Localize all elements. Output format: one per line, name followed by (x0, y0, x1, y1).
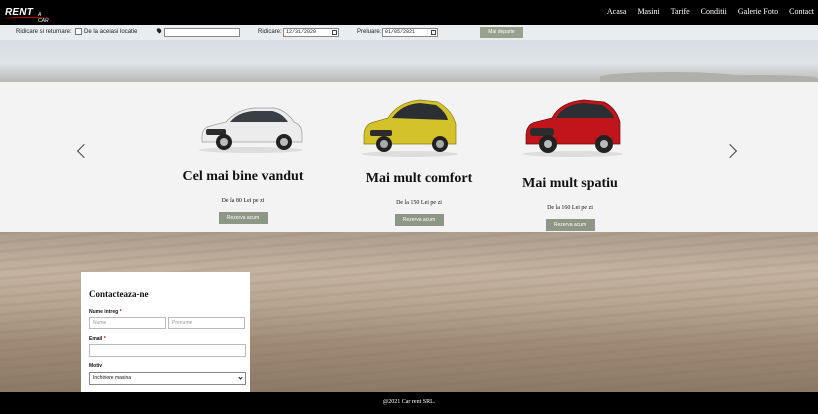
contact-form: Contacteaza-ne Nume intreg * Nume Prenum… (81, 272, 250, 392)
same-location-checkbox[interactable] (75, 28, 82, 35)
carousel-slide-2: Mai mult comfort De la 150 Lei pe zi Rez… (349, 171, 489, 226)
reserve-button[interactable]: Rezerva acum (545, 219, 595, 231)
slide-price: De la 80 Lei pe zi (221, 198, 265, 204)
red-car-image (523, 99, 623, 157)
location-pin-icon (155, 27, 163, 34)
reason-selected-value: Inchiriere masina (93, 375, 132, 381)
email-label-text: Email (89, 336, 103, 342)
required-mark: * (103, 336, 106, 342)
chevron-down-icon (238, 375, 243, 380)
slide-price: De la 150 Lei pe zi (396, 200, 442, 206)
pickup-return-label: Ridicare si returnare: (16, 29, 72, 35)
required-mark: * (119, 309, 122, 315)
same-location-label: De la aceiasi locatie (84, 29, 138, 35)
nav-link-tarife[interactable]: Tarife (671, 7, 690, 16)
return-date-label: Preluare: (357, 29, 382, 35)
yellow-car-image (362, 99, 458, 157)
carousel-next-arrow-icon[interactable] (722, 143, 738, 159)
slide-title: Mai mult comfort (365, 171, 473, 186)
page-footer: @2021 Car rent SRL. (0, 392, 818, 414)
carousel-slide-3: Mai mult spatiu De la 160 Lei pe zi Reze… (500, 176, 640, 231)
first-name-input[interactable]: Nume (89, 317, 166, 329)
continue-button[interactable]: Mai departe (480, 27, 523, 38)
reserve-button[interactable]: Rezerva acum (218, 212, 268, 224)
contact-form-title: Contacteaza-ne (89, 289, 149, 299)
nav-link-acasa[interactable]: Acasa (607, 7, 627, 16)
nav-link-contact[interactable]: Contact (789, 7, 814, 16)
full-name-label-text: Nume intreg (89, 309, 119, 315)
full-name-label: Nume intreg * (89, 309, 122, 315)
slide-price: De la 160 Lei pe zi (547, 205, 593, 211)
pickup-date-input[interactable]: 12/31/2020 (283, 28, 339, 37)
nav-link-galerie-foto[interactable]: Galerie Foto (738, 7, 778, 16)
calendar-icon[interactable] (431, 30, 436, 35)
email-label: Email * (89, 336, 106, 342)
hill-shape (700, 75, 818, 82)
logo-swoosh (5, 17, 51, 20)
rent-a-car-logo[interactable]: RENT A CAR (5, 5, 51, 24)
email-input[interactable] (89, 344, 246, 357)
booking-search-bar: Ridicare si returnare: De la aceiasi loc… (0, 25, 818, 40)
white-car-image (199, 107, 303, 153)
hero-background (0, 40, 818, 82)
return-date-input[interactable]: 01/05/2021 (382, 28, 438, 37)
pickup-date-value: 12/31/2020 (286, 29, 317, 35)
nav-links: Acasa Masini Tarife Conditii Galerie Fot… (607, 7, 814, 16)
top-navbar: RENT A CAR Acasa Masini Tarife Conditii … (0, 0, 818, 25)
slide-title: Mai mult spatiu (522, 176, 618, 191)
return-date-value: 01/05/2021 (385, 29, 416, 35)
last-name-input[interactable]: Prenume (168, 317, 245, 329)
reason-label: Motiv (89, 363, 103, 369)
location-input[interactable] (164, 28, 240, 37)
footer-copyright: @2021 Car rent SRL. (382, 399, 436, 405)
car-carousel: Cel mai bine vandut De la 80 Lei pe zi R… (0, 82, 818, 232)
carousel-slide-1: Cel mai bine vandut De la 80 Lei pe zi R… (173, 169, 313, 224)
reserve-button[interactable]: Rezerva acum (394, 214, 444, 226)
reason-select[interactable]: Inchiriere masina (89, 372, 246, 385)
carousel-prev-arrow-icon[interactable] (76, 143, 92, 159)
calendar-icon[interactable] (332, 30, 337, 35)
pickup-date-label: Ridicare: (258, 29, 282, 35)
slide-title: Cel mai bine vandut (182, 169, 304, 184)
nav-link-conditii[interactable]: Conditii (701, 7, 727, 16)
nav-link-masini[interactable]: Masini (637, 7, 659, 16)
